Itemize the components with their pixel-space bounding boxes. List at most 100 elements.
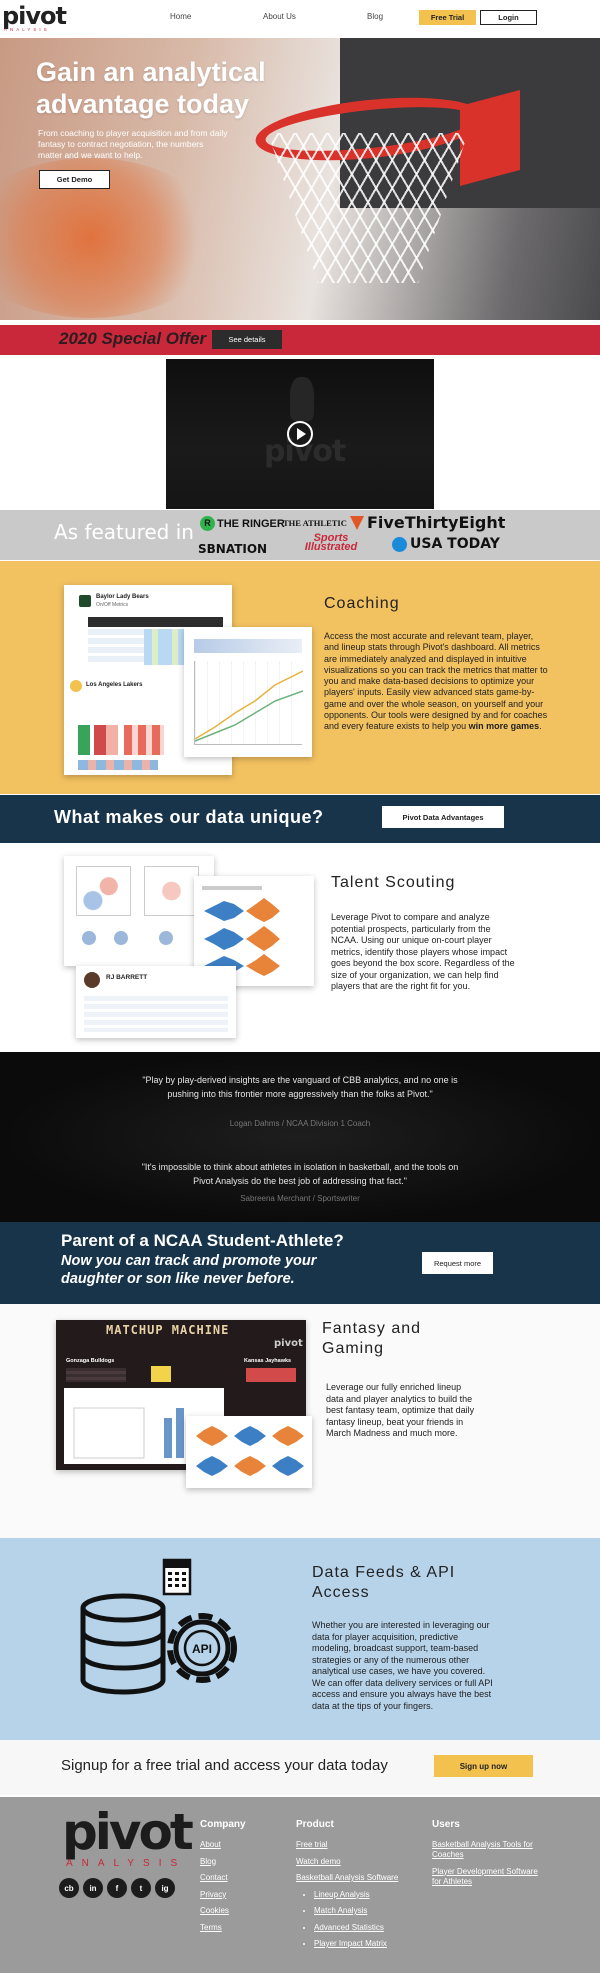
testimonial-author-1: Logan Dahms / NCAA Division 1 Coach xyxy=(229,1119,371,1128)
logo-subtitle: ANALYSIS xyxy=(4,26,50,32)
sign-up-button[interactable]: Sign up now xyxy=(434,1755,533,1777)
coaching-title: Coaching xyxy=(324,595,400,612)
footer-link-advanced-statistics[interactable]: Advanced Statistics xyxy=(314,1923,384,1932)
get-demo-button[interactable]: Get Demo xyxy=(39,170,110,189)
mock-bubble xyxy=(82,931,96,945)
crunchbase-icon[interactable]: cb xyxy=(59,1878,79,1898)
footer-link-contact[interactable]: Contact xyxy=(200,1873,246,1883)
mock-fantasy-violins xyxy=(196,1426,304,1476)
footer-link-watch-demo[interactable]: Watch demo xyxy=(296,1857,426,1867)
footer-link-privacy[interactable]: Privacy xyxy=(200,1890,246,1900)
facebook-icon[interactable]: f xyxy=(107,1878,127,1898)
coaching-section: Baylor Lady Bears On/Off Metrics Los Ang… xyxy=(0,561,600,794)
mock-team-right: Kansas Jayhawks xyxy=(244,1358,292,1364)
mock-heatmap-left xyxy=(78,725,118,755)
nav-link-home[interactable]: Home xyxy=(170,12,191,21)
footer-link-coaches-tools[interactable]: Basketball Analysis Tools for Coaches xyxy=(432,1840,542,1860)
feeds-description: Whether you are interested in leveraging… xyxy=(312,1620,493,1711)
talent-description: Leverage Pivot to compare and analyze po… xyxy=(331,912,515,991)
social-links: cb in f t ig xyxy=(59,1878,175,1898)
footer-product-sublinks: Lineup Analysis Match Analysis Advanced … xyxy=(314,1890,426,1950)
mock-bubble xyxy=(114,931,128,945)
mock-highlight-yellow xyxy=(151,1366,171,1382)
talent-title: Talent Scouting xyxy=(331,874,456,891)
instagram-icon[interactable]: ig xyxy=(155,1878,175,1898)
lakers-logo-icon xyxy=(70,680,82,692)
data-advantages-button[interactable]: Pivot Data Advantages xyxy=(382,806,504,828)
mock-heatmap-bottom xyxy=(78,760,158,770)
intro-video[interactable]: pivot xyxy=(166,359,434,509)
scouting-player-card: RJ BARRETT xyxy=(76,966,236,1038)
publication-name: THE RINGER xyxy=(217,517,285,530)
testimonial-quote-2: "It's impossible to think about athletes… xyxy=(141,1162,459,1186)
free-trial-button[interactable]: Free Trial xyxy=(419,10,476,25)
twitter-icon[interactable]: t xyxy=(131,1878,151,1898)
mock-scatter-2 xyxy=(144,866,199,916)
api-icon-label: API xyxy=(191,1642,212,1656)
footer-link-athletes-software[interactable]: Player Development Software for Athletes xyxy=(432,1867,542,1887)
coaching-description: Access the most accurate and relevant te… xyxy=(324,631,548,733)
data-feeds-section: API Data Feeds & API Access Whether you … xyxy=(0,1538,600,1740)
linkedin-icon[interactable]: in xyxy=(83,1878,103,1898)
footer-link-match-analysis[interactable]: Match Analysis xyxy=(314,1906,367,1915)
play-icon[interactable] xyxy=(287,421,313,447)
footer-link-about[interactable]: About xyxy=(200,1840,246,1850)
login-button[interactable]: Login xyxy=(480,10,537,25)
request-more-button[interactable]: Request more xyxy=(422,1252,493,1274)
publication-name: FiveThirtyEight xyxy=(367,513,506,532)
offer-title: 2020 Special Offer xyxy=(59,329,207,348)
hero-section: Gain an analytical advantage today From … xyxy=(0,38,600,320)
mock-team-name: Baylor Lady Bears xyxy=(96,594,149,600)
publication-fivethirtyeight: FiveThirtyEight xyxy=(350,513,505,532)
data-unique-banner: What makes our data unique? Pivot Data A… xyxy=(0,795,600,843)
coaching-text-end: . xyxy=(539,721,542,732)
footer-link-player-impact-matrix[interactable]: Player Impact Matrix xyxy=(314,1939,387,1948)
database-api-icon xyxy=(80,1558,237,1695)
top-nav: pivot ANALYSIS Home About Us Blog Free T… xyxy=(0,0,600,36)
coaching-chart-screenshot xyxy=(184,627,312,757)
footer-company-title: Company xyxy=(200,1819,246,1830)
nav-link-about[interactable]: About Us xyxy=(263,12,296,21)
featured-in-strip: As featured in R THE RINGER THE ATHLETIC… xyxy=(0,510,600,560)
footer-company-column: Company About Blog Contact Privacy Cooki… xyxy=(200,1819,246,1939)
mock-subtitle: On/Off Metrics xyxy=(96,602,129,608)
see-details-button[interactable]: See details xyxy=(212,330,282,349)
footer-sublink-item: Lineup Analysis xyxy=(314,1890,426,1900)
header-logo[interactable]: pivot ANALYSIS xyxy=(2,1,67,35)
mock-pivot-logo: pivot xyxy=(274,1338,303,1349)
mock-header-line xyxy=(202,886,262,890)
fantasy-gaming-section: MATCHUP MACHINE pivot Gonzaga Bulldogs K… xyxy=(0,1304,600,1538)
footer-link-free-trial[interactable]: Free trial xyxy=(296,1840,426,1850)
hero-title: Gain an analytical advantage today xyxy=(36,57,266,119)
publication-the-athletic: THE ATHLETIC xyxy=(283,518,347,528)
mock-line-chart xyxy=(194,661,304,745)
footer-sublink-item: Match Analysis xyxy=(314,1906,426,1916)
footer-link-lineup-analysis[interactable]: Lineup Analysis xyxy=(314,1890,370,1899)
publication-sports-illustrated: Sports Illustrated xyxy=(304,532,358,553)
footer-link-basketball-software[interactable]: Basketball Analysis Software xyxy=(296,1873,426,1883)
mock-heatmap-mid xyxy=(124,725,164,755)
mock-line-chart-lines xyxy=(194,670,304,742)
fox-logo-icon xyxy=(350,515,364,530)
coaching-text-bold: win more games xyxy=(468,721,540,732)
footer-logo-subtitle: ANALYSIS xyxy=(66,1858,187,1869)
publication-name: USA TODAY xyxy=(410,536,500,552)
footer-users-column: Users Basketball Analysis Tools for Coac… xyxy=(432,1819,542,1893)
signup-banner: Signup for a free trial and access your … xyxy=(0,1740,600,1795)
mock-team-left: Gonzaga Bulldogs xyxy=(66,1358,115,1364)
footer-product-title: Product xyxy=(296,1819,334,1830)
feeds-title: Data Feeds & API Access xyxy=(312,1564,456,1601)
parent-banner: Parent of a NCAA Student-Athlete? Now yo… xyxy=(0,1222,600,1304)
player-avatar xyxy=(84,972,100,988)
video-player-silhouette xyxy=(290,377,314,421)
footer: pivot ANALYSIS cb in f t ig Company Abou… xyxy=(0,1797,600,1973)
publication-the-ringer: R THE RINGER xyxy=(200,516,285,531)
nav-link-blog[interactable]: Blog xyxy=(367,12,383,21)
signup-text: Signup for a free trial and access your … xyxy=(61,1757,388,1774)
mock-stats-left xyxy=(66,1368,126,1382)
footer-link-blog[interactable]: Blog xyxy=(200,1857,246,1867)
mock-bubble xyxy=(159,931,173,945)
footer-logo[interactable]: pivot xyxy=(62,1807,194,1857)
footer-link-terms[interactable]: Terms xyxy=(200,1923,246,1933)
footer-link-cookies[interactable]: Cookies xyxy=(200,1906,246,1916)
